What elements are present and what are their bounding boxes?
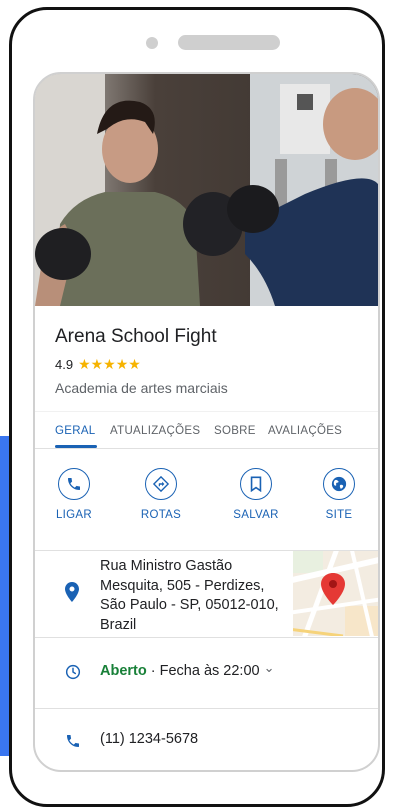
tab-atualizacoes[interactable]: ATUALIZAÇÕES bbox=[110, 425, 200, 437]
place-card: Arena School Fight 4.9 ★★★★★ Academia de… bbox=[33, 72, 380, 772]
website-button[interactable]: SITE bbox=[304, 468, 374, 521]
speaker-bar bbox=[178, 35, 280, 50]
rating[interactable]: 4.9 ★★★★★ bbox=[55, 356, 141, 373]
directions-icon bbox=[152, 475, 170, 493]
address-row[interactable]: Rua Ministro Gastão Mesquita, 505 - Perd… bbox=[35, 551, 378, 638]
place-title: Arena School Fight bbox=[55, 326, 217, 347]
bookmark-icon bbox=[250, 476, 262, 492]
rating-value: 4.9 bbox=[55, 357, 74, 372]
tab-bar: GERAL ATUALIZAÇÕES SOBRE AVALIAÇÕES bbox=[35, 411, 378, 449]
closing-time: Fecha às 22:00 bbox=[159, 663, 260, 679]
save-button[interactable]: SALVAR bbox=[221, 468, 291, 521]
hours-separator: · bbox=[146, 663, 160, 679]
call-label: LIGAR bbox=[55, 509, 92, 521]
phone-row[interactable]: (11) 1234-5678 bbox=[35, 709, 378, 770]
action-buttons: LIGAR ROTAS SALVAR SITE bbox=[35, 448, 378, 551]
phone-frame: Arena School Fight 4.9 ★★★★★ Academia de… bbox=[9, 7, 385, 807]
address-line: São Paulo - SP, 05012-010, bbox=[100, 597, 279, 613]
open-status: Aberto bbox=[100, 663, 147, 679]
address-line: Mesquita, 505 - Perdizes, bbox=[100, 577, 265, 594]
hours-row[interactable]: Aberto · Fecha às 22:00 ⌄ bbox=[35, 638, 378, 709]
camera-dot bbox=[146, 37, 158, 49]
address-text: Rua Ministro Gastão Mesquita, 505 - Perd… bbox=[100, 557, 290, 635]
website-label: SITE bbox=[325, 509, 353, 521]
phone-icon bbox=[68, 478, 80, 490]
call-button[interactable]: LIGAR bbox=[39, 468, 109, 521]
tab-avaliacoes[interactable]: AVALIAÇÕES bbox=[268, 425, 342, 437]
address-line: Brazil bbox=[100, 616, 137, 633]
place-category: Academia de artes marciais bbox=[55, 380, 228, 396]
chevron-down-icon[interactable]: ⌄ bbox=[264, 660, 275, 675]
directions-button[interactable]: ROTAS bbox=[126, 468, 196, 521]
phone-number: (11) 1234-5678 bbox=[100, 731, 199, 747]
place-photo[interactable] bbox=[35, 74, 378, 306]
tab-geral[interactable]: GERAL bbox=[55, 425, 96, 437]
rating-stars: ★★★★★ bbox=[78, 356, 141, 372]
hours-text: Aberto · Fecha às 22:00 ⌄ bbox=[100, 660, 275, 679]
save-label: SALVAR bbox=[233, 509, 279, 521]
directions-label: ROTAS bbox=[140, 509, 182, 521]
globe-icon bbox=[331, 476, 347, 492]
address-line: Rua Ministro Gastão bbox=[100, 558, 233, 574]
phone-icon bbox=[67, 735, 79, 747]
location-pin-icon bbox=[65, 582, 79, 602]
map-thumbnail[interactable] bbox=[293, 551, 378, 636]
clock-icon bbox=[65, 664, 81, 680]
tab-sobre[interactable]: SOBRE bbox=[214, 425, 256, 437]
